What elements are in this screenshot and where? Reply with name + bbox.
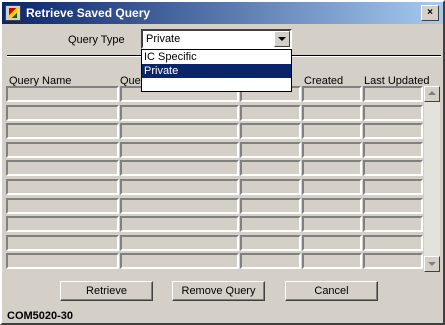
cell-created[interactable] (302, 86, 362, 102)
cell-query-description[interactable] (120, 197, 239, 214)
cell-query-name[interactable] (6, 86, 119, 102)
cell-query-name[interactable] (6, 253, 119, 270)
scroll-down-icon[interactable] (424, 256, 440, 272)
cell-extra[interactable] (240, 141, 301, 158)
cell-query-name[interactable] (6, 216, 119, 233)
cell-last-updated[interactable] (363, 141, 423, 158)
query-grid (6, 86, 423, 272)
cell-query-description[interactable] (120, 123, 239, 140)
cell-query-name[interactable] (6, 197, 119, 214)
query-type-select[interactable]: Private (141, 29, 292, 49)
dropdown-option-ic-specific[interactable]: IC Specific (142, 50, 291, 64)
dialog-window: Retrieve Saved Query × Query Type Privat… (0, 0, 445, 325)
app-icon (5, 5, 21, 21)
cell-created[interactable] (302, 234, 362, 251)
cell-extra[interactable] (240, 216, 301, 233)
cell-query-description[interactable] (120, 234, 239, 251)
cell-last-updated[interactable] (363, 160, 423, 177)
cell-created[interactable] (302, 197, 362, 214)
cell-query-description[interactable] (120, 160, 239, 177)
cell-extra[interactable] (240, 253, 301, 270)
cell-last-updated[interactable] (363, 234, 423, 251)
cell-query-description[interactable] (120, 253, 239, 270)
cell-query-description[interactable] (120, 216, 239, 233)
query-type-dropdown-list[interactable]: IC Specific Private (141, 49, 292, 92)
cell-last-updated[interactable] (363, 197, 423, 214)
cell-created[interactable] (302, 141, 362, 158)
window-title: Retrieve Saved Query (26, 6, 151, 20)
retrieve-button[interactable]: Retrieve (60, 281, 153, 301)
vertical-scrollbar[interactable] (424, 86, 440, 272)
cell-created[interactable] (302, 160, 362, 177)
cell-query-name[interactable] (6, 179, 119, 195)
cell-last-updated[interactable] (363, 86, 423, 102)
cell-query-name[interactable] (6, 141, 119, 158)
cell-last-updated[interactable] (363, 123, 423, 140)
cell-last-updated[interactable] (363, 216, 423, 233)
cell-created[interactable] (302, 216, 362, 233)
dropdown-option-private[interactable]: Private (142, 64, 291, 78)
cell-extra[interactable] (240, 160, 301, 177)
query-type-value: Private (146, 33, 181, 45)
cell-last-updated[interactable] (363, 104, 423, 121)
cell-created[interactable] (302, 253, 362, 270)
query-type-label: Query Type (68, 34, 125, 46)
cancel-button[interactable]: Cancel (285, 281, 378, 301)
cell-last-updated[interactable] (363, 253, 423, 270)
cell-created[interactable] (302, 104, 362, 121)
title-bar[interactable]: Retrieve Saved Query × (2, 2, 443, 24)
cell-extra[interactable] (240, 234, 301, 251)
cell-query-description[interactable] (120, 179, 239, 195)
cell-last-updated[interactable] (363, 179, 423, 195)
status-code: COM5020-30 (7, 310, 74, 322)
cell-query-description[interactable] (120, 141, 239, 158)
close-icon[interactable]: × (421, 5, 439, 21)
cell-created[interactable] (302, 123, 362, 140)
cell-extra[interactable] (240, 179, 301, 195)
cell-extra[interactable] (240, 123, 301, 140)
cell-query-description[interactable] (120, 104, 239, 121)
cell-query-name[interactable] (6, 160, 119, 177)
cell-extra[interactable] (240, 104, 301, 121)
cell-query-name[interactable] (6, 123, 119, 140)
dropdown-arrow-icon[interactable] (274, 31, 290, 47)
remove-query-button[interactable]: Remove Query (172, 281, 265, 301)
cell-extra[interactable] (240, 197, 301, 214)
cell-query-name[interactable] (6, 104, 119, 121)
scroll-up-icon[interactable] (424, 86, 440, 102)
cell-query-name[interactable] (6, 234, 119, 251)
cell-created[interactable] (302, 179, 362, 195)
